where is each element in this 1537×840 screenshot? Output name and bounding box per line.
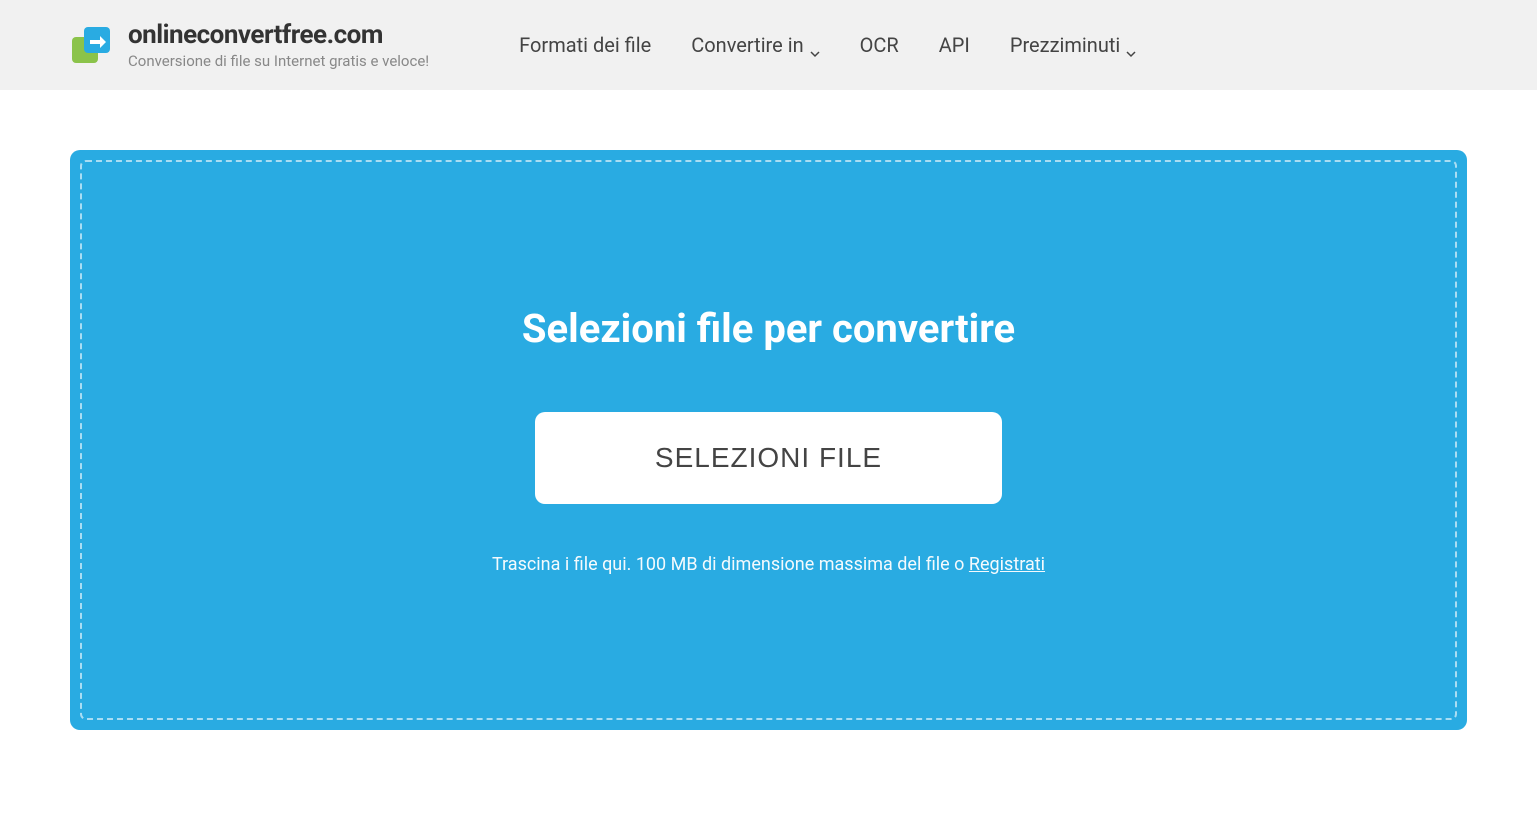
dropzone-hint: Trascina i file qui. 100 MB di dimension… bbox=[492, 554, 1045, 575]
nav-api[interactable]: API bbox=[939, 33, 970, 57]
nav-label: OCR bbox=[860, 33, 899, 57]
nav-convert-to[interactable]: Convertire in bbox=[691, 33, 819, 57]
logo-text: onlineconvertfree.com Conversione di fil… bbox=[128, 20, 429, 70]
register-link[interactable]: Registrati bbox=[969, 554, 1045, 575]
nav-label: Prezziminuti bbox=[1010, 33, 1120, 57]
logo-icon bbox=[70, 23, 114, 67]
site-header: onlineconvertfree.com Conversione di fil… bbox=[0, 0, 1537, 90]
nav-formats[interactable]: Formati dei file bbox=[519, 33, 651, 57]
hint-text: Trascina i file qui. 100 MB di dimension… bbox=[492, 554, 969, 575]
nav-pricing[interactable]: Prezziminuti bbox=[1010, 33, 1136, 57]
chevron-down-icon bbox=[810, 40, 820, 50]
nav-ocr[interactable]: OCR bbox=[860, 33, 899, 57]
dropzone-inner: Selezioni file per convertire SELEZIONI … bbox=[80, 160, 1457, 720]
chevron-down-icon bbox=[1126, 40, 1136, 50]
logo-title: onlineconvertfree.com bbox=[128, 20, 429, 50]
main-content: Selezioni file per convertire SELEZIONI … bbox=[0, 90, 1537, 730]
select-file-button[interactable]: SELEZIONI FILE bbox=[535, 412, 1002, 504]
logo-subtitle: Conversione di file su Internet gratis e… bbox=[128, 52, 429, 70]
nav-label: Formati dei file bbox=[519, 33, 651, 57]
main-nav: Formati dei file Convertire in OCR API P… bbox=[519, 33, 1136, 57]
dropzone-title: Selezioni file per convertire bbox=[522, 305, 1015, 352]
logo-section[interactable]: onlineconvertfree.com Conversione di fil… bbox=[70, 20, 429, 70]
nav-label: Convertire in bbox=[691, 33, 803, 57]
nav-label: API bbox=[939, 33, 970, 57]
file-dropzone[interactable]: Selezioni file per convertire SELEZIONI … bbox=[70, 150, 1467, 730]
